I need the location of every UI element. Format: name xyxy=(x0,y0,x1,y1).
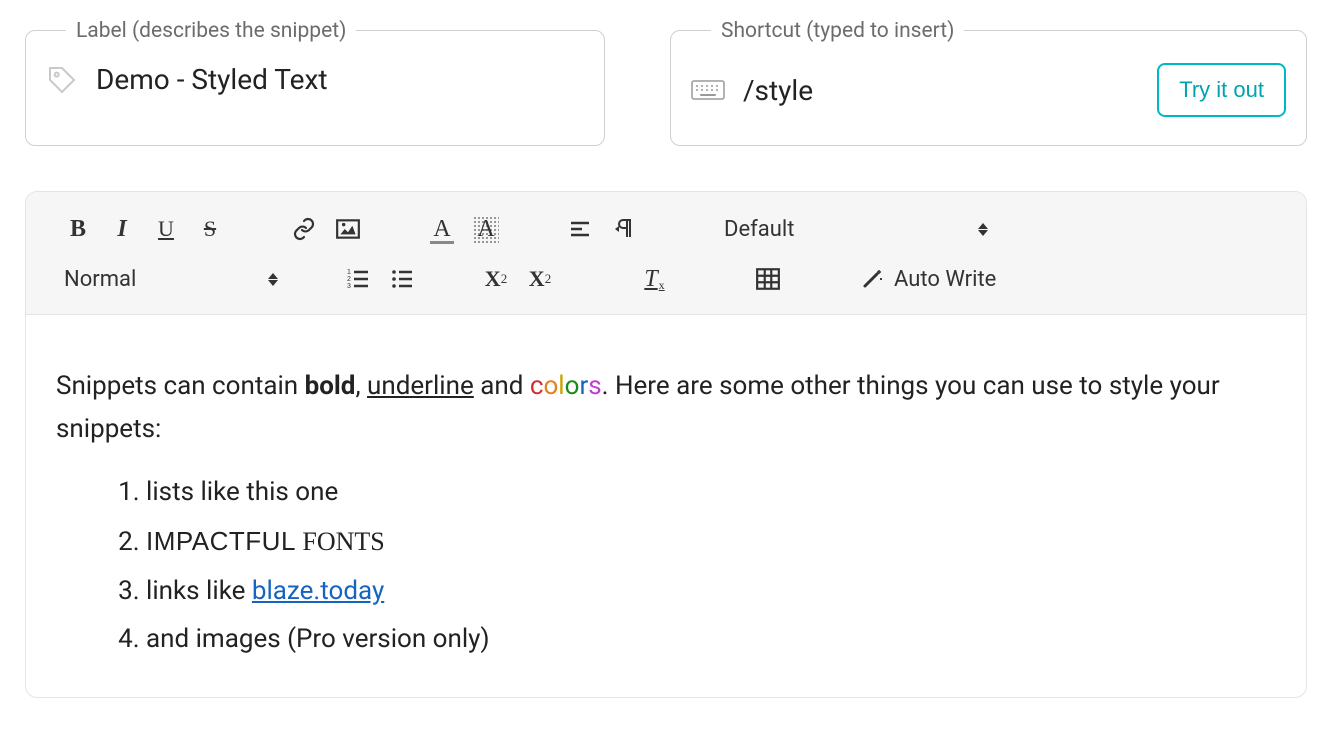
align-button[interactable] xyxy=(558,209,602,249)
table-button[interactable] xyxy=(746,259,790,299)
list-item: links like blaze.today xyxy=(146,570,1276,613)
keyboard-icon xyxy=(691,78,725,102)
editor-card: B I U S A A xyxy=(25,191,1307,698)
auto-write-label: Auto Write xyxy=(894,267,996,292)
ltr-icon xyxy=(612,217,636,241)
image-icon xyxy=(335,216,361,242)
shortcut-fieldset: Shortcut (typed to insert) Try it out xyxy=(670,30,1307,146)
shortcut-input[interactable] xyxy=(743,74,1139,107)
list-item: IMPACTFUL FONTS xyxy=(146,520,1276,564)
link-icon xyxy=(292,217,316,241)
ordered-list-icon: 1 2 3 xyxy=(346,267,370,291)
clear-formatting-button[interactable]: Tx xyxy=(632,259,676,299)
svg-text:3: 3 xyxy=(347,283,351,290)
auto-write-button[interactable]: Auto Write xyxy=(860,267,996,292)
tag-icon xyxy=(46,64,78,96)
font-select-value: Default xyxy=(724,217,794,242)
italic-button[interactable]: I xyxy=(100,209,144,249)
strikethrough-button[interactable]: S xyxy=(188,209,232,249)
direction-button[interactable] xyxy=(602,209,646,249)
bold-button[interactable]: B xyxy=(56,209,100,249)
align-left-icon xyxy=(568,217,592,241)
superscript-button[interactable]: X2 xyxy=(518,259,562,299)
editor-toolbar: B I U S A A xyxy=(26,192,1306,315)
svg-text:1: 1 xyxy=(347,269,351,276)
shortcut-legend: Shortcut (typed to insert) xyxy=(711,19,964,43)
magic-wand-icon xyxy=(860,267,884,291)
label-input[interactable] xyxy=(96,63,584,96)
bullet-list-button[interactable] xyxy=(380,259,424,299)
table-icon xyxy=(755,266,781,292)
list-item: lists like this one xyxy=(146,471,1276,514)
editor-content-area[interactable]: Snippets can contain bold, underline and… xyxy=(26,315,1306,697)
bullet-list-icon xyxy=(390,267,414,291)
underline-button[interactable]: U xyxy=(144,209,188,249)
link-button[interactable] xyxy=(282,209,326,249)
list-item: and images (Pro version only) xyxy=(146,618,1276,661)
text-color-button[interactable]: A xyxy=(420,209,464,249)
label-legend: Label (describes the snippet) xyxy=(66,19,356,43)
content-link[interactable]: blaze.today xyxy=(252,576,384,606)
content-list: lists like this one IMPACTFUL FONTS link… xyxy=(56,471,1276,662)
content-paragraph: Snippets can contain bold, underline and… xyxy=(56,365,1276,451)
font-select[interactable]: Default xyxy=(716,217,996,242)
subscript-button[interactable]: X2 xyxy=(474,259,518,299)
chevron-updown-icon xyxy=(268,273,278,286)
chevron-updown-icon xyxy=(978,223,988,236)
ordered-list-button[interactable]: 1 2 3 xyxy=(336,259,380,299)
highlight-color-button[interactable]: A xyxy=(464,209,508,249)
try-it-out-button[interactable]: Try it out xyxy=(1157,63,1286,117)
svg-text:2: 2 xyxy=(347,276,351,283)
block-format-value: Normal xyxy=(64,267,136,292)
image-button[interactable] xyxy=(326,209,370,249)
block-format-select[interactable]: Normal xyxy=(56,267,286,292)
label-fieldset: Label (describes the snippet) xyxy=(25,30,605,146)
